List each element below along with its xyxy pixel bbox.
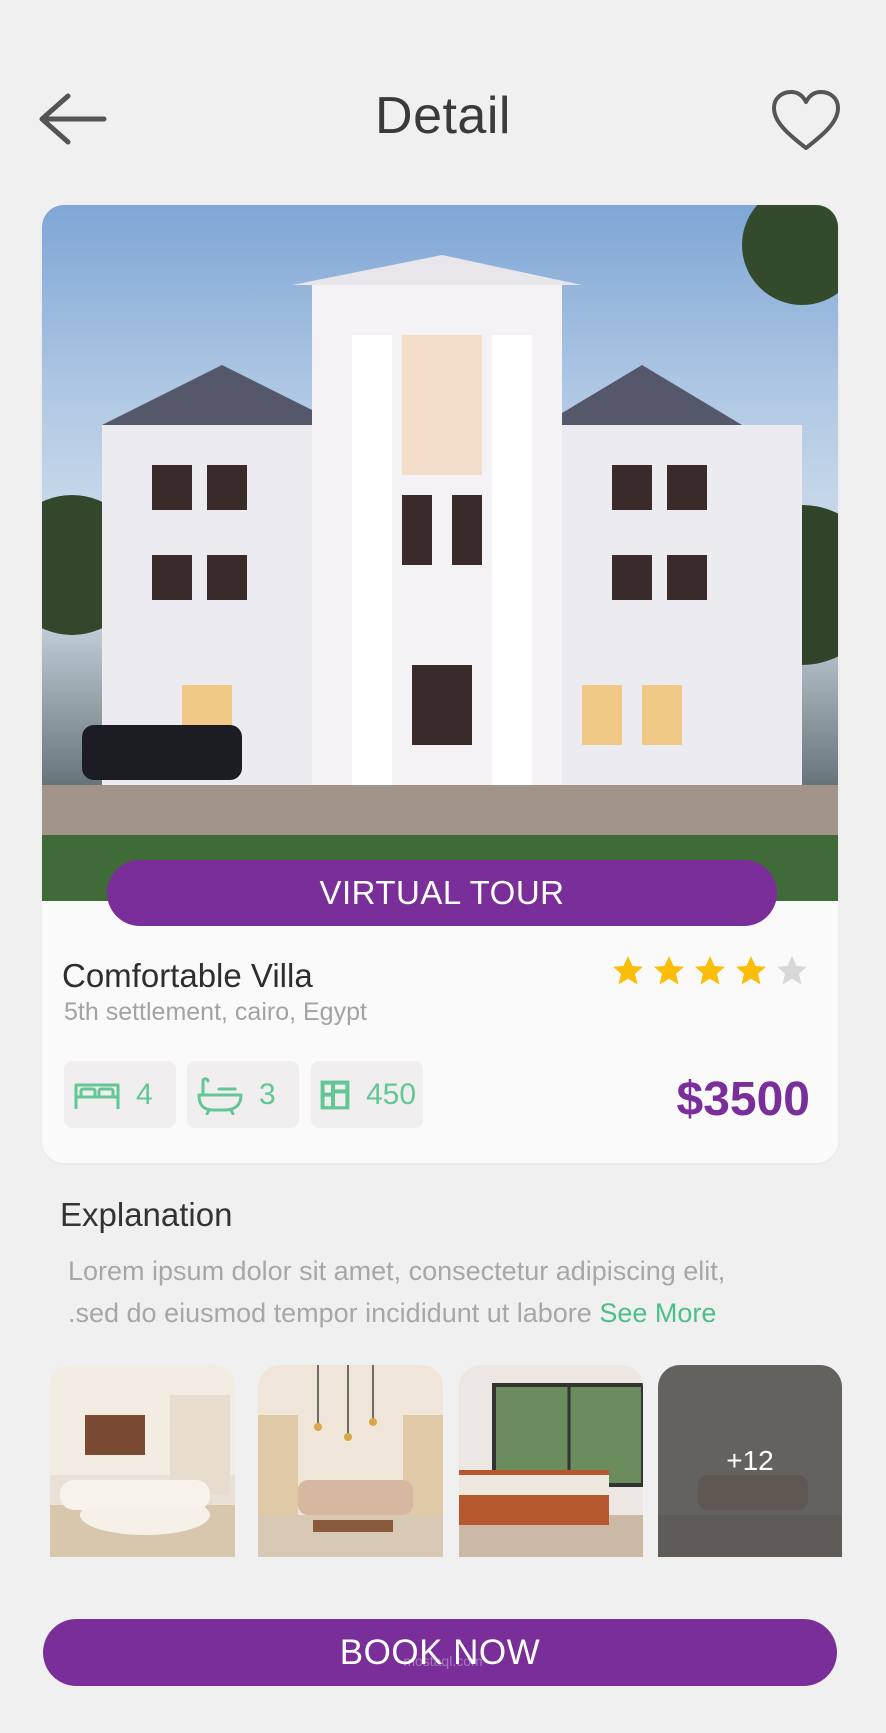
header: Detail	[0, 0, 886, 200]
villa-exterior-photo	[42, 205, 838, 901]
gallery-thumbnail-bedroom[interactable]	[459, 1365, 643, 1557]
bed-icon	[74, 1083, 120, 1109]
property-card[interactable]: VIRTUAL TOUR Comfortable Villa 5th settl…	[42, 205, 838, 1163]
star-filled-icon	[736, 956, 766, 985]
star-empty-icon	[777, 956, 807, 985]
virtual-tour-button[interactable]: VIRTUAL TOUR	[107, 860, 777, 926]
see-more-link[interactable]: See More	[599, 1298, 716, 1328]
star-filled-icon	[654, 956, 684, 985]
more-photos-count: +12	[726, 1445, 774, 1476]
rating-stars	[612, 955, 808, 995]
area-icon	[320, 1080, 350, 1110]
explanation-title: Explanation	[60, 1196, 233, 1233]
bathtub-icon	[197, 1077, 243, 1115]
favorite-button[interactable]	[770, 88, 842, 154]
explanation-line-2: .sed do eiusmod tempor incididunt ut lab…	[68, 1298, 592, 1328]
feature-bathrooms: 3	[187, 1061, 299, 1128]
watermark: mostaql.com	[403, 1653, 483, 1669]
star-filled-icon	[613, 956, 643, 985]
property-name: Comfortable Villa	[62, 957, 313, 994]
gallery-thumbnail-more[interactable]: +12	[658, 1365, 842, 1557]
bathrooms-value: 3	[259, 1078, 276, 1111]
property-price: $3500	[676, 1073, 810, 1126]
property-location: 5th settlement, cairo, Egypt	[64, 998, 367, 1026]
area-value: 450	[366, 1078, 417, 1111]
bedrooms-value: 4	[136, 1078, 153, 1111]
explanation-line-1: Lorem ipsum dolor sit amet, consectetur …	[68, 1256, 726, 1286]
gallery-thumbnail-living-room[interactable]	[50, 1365, 235, 1557]
page-title: Detail	[375, 87, 511, 145]
heart-outline-icon	[772, 90, 840, 150]
star-filled-icon	[695, 956, 725, 985]
gallery-thumbnail-lounge[interactable]	[258, 1365, 443, 1557]
explanation-text: Lorem ipsum dolor sit amet, consectetur …	[68, 1250, 828, 1334]
feature-bedrooms: 4	[64, 1061, 176, 1128]
feature-area: 450	[311, 1061, 423, 1128]
